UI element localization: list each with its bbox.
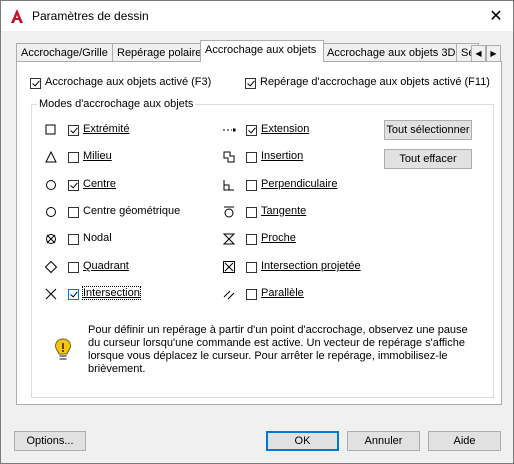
node-label[interactable]: Nodal xyxy=(83,232,112,244)
perpendicular-checkbox[interactable] xyxy=(246,180,257,191)
tangent-checkbox[interactable] xyxy=(246,207,257,218)
nearest-label[interactable]: Proche xyxy=(261,232,296,244)
tangent-icon xyxy=(224,206,234,218)
help-button[interactable]: Aide xyxy=(428,431,501,451)
center-checkbox[interactable] xyxy=(68,180,79,191)
midpoint-triangle-icon xyxy=(45,150,57,163)
insertion-icon xyxy=(223,151,235,163)
window-title: Paramètres de dessin xyxy=(32,9,149,23)
tab-snap-grid[interactable]: Accrochage/Grille xyxy=(16,43,122,62)
intersection-checkbox[interactable] xyxy=(68,289,79,300)
tab-label: Repérage polaire xyxy=(117,47,202,59)
perpendicular-label[interactable]: Perpendiculaire xyxy=(261,178,337,190)
center-label[interactable]: Centre xyxy=(83,178,116,190)
tab-scroll-left-button[interactable]: ◀ xyxy=(471,45,486,62)
node-icon xyxy=(46,234,56,244)
cancel-button[interactable]: Annuler xyxy=(347,431,420,451)
object-snap-panel: Accrochage aux objets activé (F3) Repéra… xyxy=(16,61,502,405)
close-icon: ✕ xyxy=(489,8,503,25)
nearest-icon xyxy=(222,233,236,245)
ok-button[interactable]: OK xyxy=(266,431,339,451)
tab-label: Accrochage aux objets 3D xyxy=(327,47,456,59)
title-bar: Paramètres de dessin ✕ xyxy=(1,1,513,31)
tab-scroll-right-button[interactable]: ▶ xyxy=(486,45,501,62)
info-text: Pour définir un repérage à partir d'un p… xyxy=(88,324,468,375)
endpoint-label[interactable]: Extrémité xyxy=(83,123,129,135)
clear-all-button[interactable]: Tout effacer xyxy=(384,149,472,169)
otrack-on-checkbox[interactable] xyxy=(245,78,256,89)
geometric-center-checkbox[interactable] xyxy=(68,207,79,218)
tab-object-snap[interactable]: Accrochage aux objets xyxy=(200,40,324,62)
midpoint-checkbox[interactable] xyxy=(68,152,79,163)
quadrant-diamond-icon xyxy=(44,260,58,274)
tab-polar-tracking[interactable]: Repérage polaire xyxy=(112,43,209,62)
extension-icon xyxy=(223,128,236,132)
center-circle-icon xyxy=(46,180,56,190)
chevron-right-icon: ▶ xyxy=(490,49,497,58)
geometric-center-label[interactable]: Centre géométrique xyxy=(83,205,180,217)
tab-label: Accrochage aux objets xyxy=(205,44,317,56)
select-all-button[interactable]: Tout sélectionner xyxy=(384,120,472,140)
parallel-label[interactable]: Parallèle xyxy=(261,287,304,299)
parallel-checkbox[interactable] xyxy=(246,289,257,300)
close-button[interactable]: ✕ xyxy=(479,1,513,31)
lightbulb-icon xyxy=(54,338,72,360)
chevron-left-icon: ◀ xyxy=(475,49,482,58)
apparent-intersection-label[interactable]: Intersection projetée xyxy=(261,260,361,272)
apparent-intersection-icon xyxy=(223,261,235,273)
tab-3d-object-snap[interactable]: Accrochage aux objets 3D xyxy=(322,43,458,62)
perpendicular-icon xyxy=(223,180,234,191)
otrack-on-label[interactable]: Repérage d'accrochage aux objets activé … xyxy=(260,76,490,88)
nearest-checkbox[interactable] xyxy=(246,234,257,245)
intersection-x-icon xyxy=(45,288,57,300)
node-checkbox[interactable] xyxy=(68,234,79,245)
osnap-on-label[interactable]: Accrochage aux objets activé (F3) xyxy=(45,76,211,88)
parallel-icon xyxy=(223,290,235,300)
quadrant-label[interactable]: Quadrant xyxy=(83,260,129,272)
tangent-label[interactable]: Tangente xyxy=(261,205,306,217)
endpoint-square-icon xyxy=(45,124,56,135)
osnap-on-checkbox[interactable] xyxy=(30,78,41,89)
options-button[interactable]: Options... xyxy=(14,431,86,451)
extension-label[interactable]: Extension xyxy=(261,123,309,135)
intersection-label[interactable]: Intersection xyxy=(82,286,141,300)
autocad-logo-icon xyxy=(11,9,23,23)
insertion-checkbox[interactable] xyxy=(246,152,257,163)
endpoint-checkbox[interactable] xyxy=(68,125,79,136)
quadrant-checkbox[interactable] xyxy=(68,262,79,273)
apparent-intersection-checkbox[interactable] xyxy=(246,262,257,273)
drawing-settings-dialog: Paramètres de dessin ✕ Accrochage/Grille… xyxy=(0,0,514,464)
tab-label: Accrochage/Grille xyxy=(21,47,108,59)
extension-checkbox[interactable] xyxy=(246,125,257,136)
midpoint-label[interactable]: Milieu xyxy=(83,150,112,162)
snap-modes-group-title: Modes d'accrochage aux objets xyxy=(37,98,196,110)
insertion-label[interactable]: Insertion xyxy=(261,150,303,162)
geometric-center-circle-icon xyxy=(46,207,56,217)
